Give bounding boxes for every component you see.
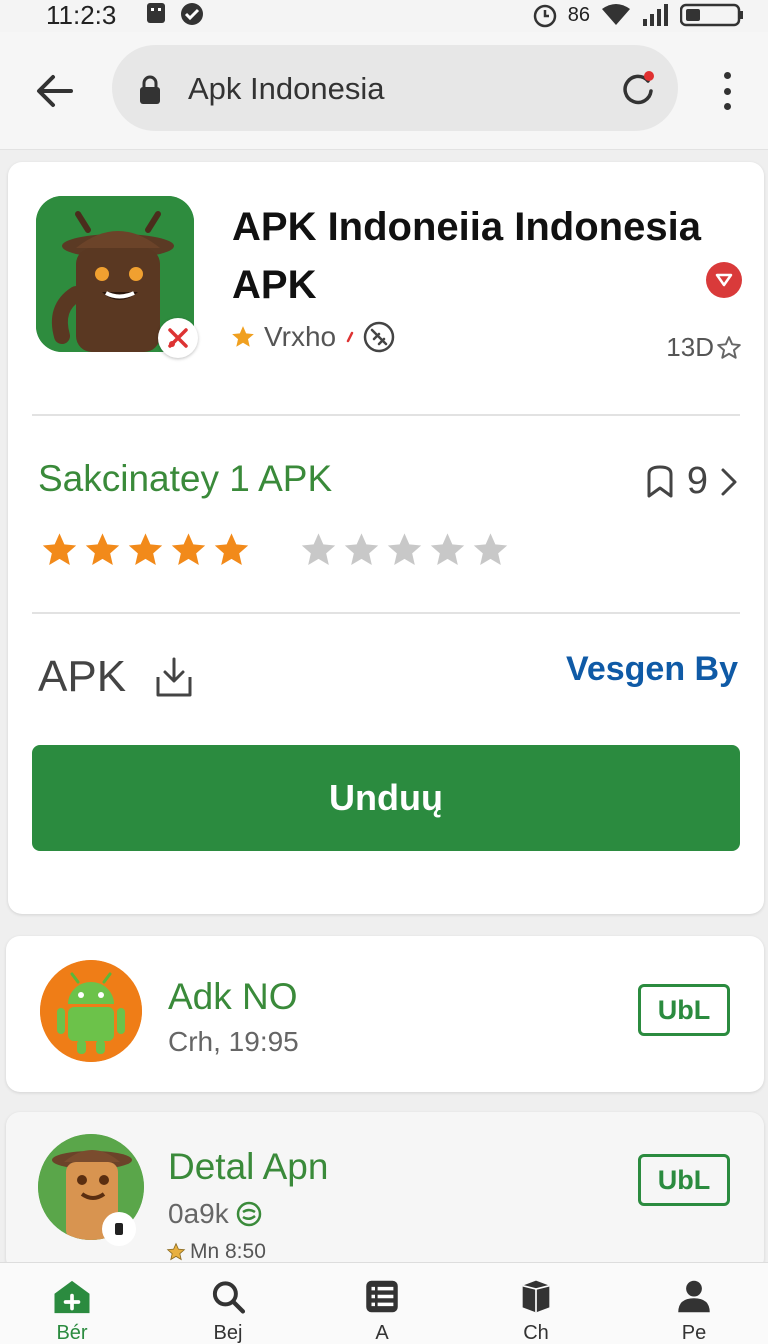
size-value: 13D — [666, 332, 714, 362]
list-item[interactable]: Adk NO Crh, 19:95 UbL — [6, 936, 764, 1092]
bottom-navigation: Bér Bej A Ch Pe — [0, 1262, 768, 1344]
menu-dot — [723, 103, 731, 110]
home-add-icon — [54, 1280, 90, 1314]
search-icon — [212, 1281, 246, 1314]
star-outline-icon — [717, 335, 741, 359]
nav-label: Pe — [681, 1322, 707, 1344]
list-item-meta: Mn 8:50 — [166, 1240, 266, 1264]
nav-list[interactable]: A — [342, 1279, 422, 1344]
nav-search[interactable]: Bej — [188, 1279, 268, 1344]
app-title: APK Indoneiia Indonesia APK — [232, 205, 701, 307]
star-filled-icon[interactable] — [210, 530, 253, 570]
verified-icon — [236, 1201, 261, 1227]
overflow-menu-button[interactable] — [712, 68, 742, 114]
lock-icon — [140, 75, 160, 104]
link-badge-icon — [363, 321, 395, 353]
star-filled-icon[interactable] — [167, 530, 210, 570]
nav-label: A — [375, 1322, 389, 1344]
status-time: 11:2:3 — [46, 0, 117, 30]
star-empty-icon[interactable] — [297, 530, 340, 570]
status-bar: 11:2:3 86 — [0, 0, 768, 32]
install-button[interactable]: UbL — [638, 984, 730, 1036]
list-item-meta-text: Mn 8:50 — [190, 1240, 266, 1263]
size-label: 13D — [666, 332, 742, 363]
star-icon — [166, 1242, 186, 1261]
heart-icon — [715, 273, 733, 287]
shield-check-icon — [181, 3, 203, 25]
star-icon — [232, 326, 254, 347]
chevron-right-icon — [721, 468, 737, 495]
mark-icon — [346, 331, 354, 343]
install-button[interactable]: UbL — [638, 1154, 730, 1206]
download-button[interactable]: Unduų — [32, 745, 740, 851]
developer-name[interactable]: Vrxho — [264, 321, 336, 353]
nav-label: Bér — [56, 1322, 88, 1344]
list-item-icon — [40, 960, 142, 1062]
apk-label-row: APK — [38, 652, 194, 702]
rating-count: 9 — [686, 460, 708, 502]
star-empty-icon[interactable] — [469, 530, 512, 570]
tools-icon — [168, 328, 188, 348]
profile-icon — [678, 1280, 710, 1313]
back-arrow-icon — [37, 75, 73, 107]
list-item-subtitle-text: Crh, 19:95 — [168, 1026, 299, 1057]
divider — [32, 612, 740, 614]
star-filled-icon[interactable] — [81, 530, 124, 570]
android-robot-icon — [40, 960, 142, 1062]
alarm-icon — [533, 4, 556, 28]
ratings-section-title: Sakcinatey 1 APK — [38, 458, 333, 499]
nav-label: Bej — [213, 1322, 243, 1344]
apk-label: APK — [38, 652, 127, 701]
network-label: 86 — [567, 3, 590, 26]
nav-home[interactable]: Bér — [32, 1279, 112, 1344]
list-item-subtitle-text: 0a9k — [168, 1198, 229, 1229]
list-item[interactable]: Detal Apn 0a9k Mn 8:50 UbL — [6, 1112, 764, 1272]
star-filled-icon[interactable] — [38, 530, 81, 570]
list-item-subtitle: Crh, 19:95 — [168, 1026, 299, 1058]
wifi-icon — [602, 4, 630, 25]
battery-icon — [680, 3, 743, 27]
list-item-title: Detal Apn — [168, 1146, 329, 1187]
back-button[interactable] — [30, 66, 80, 116]
favorite-badge[interactable] — [706, 262, 742, 298]
list-icon — [366, 1280, 398, 1313]
notification-app-icon — [147, 3, 165, 23]
menu-dot — [723, 72, 731, 79]
star-empty-icon[interactable] — [426, 530, 469, 570]
nav-profile[interactable]: Pe — [654, 1279, 734, 1344]
url-text: Apk Indonesia — [188, 71, 385, 106]
star-rating[interactable] — [38, 530, 512, 570]
version-link[interactable]: Vesgen By — [566, 650, 738, 689]
badge-mark-icon — [115, 1223, 123, 1235]
star-filled-icon[interactable] — [124, 530, 167, 570]
divider — [32, 414, 740, 416]
bookmark-icon — [647, 465, 673, 497]
nav-box[interactable]: Ch — [496, 1279, 576, 1344]
developer-row: Vrxho — [230, 320, 396, 354]
star-empty-icon[interactable] — [340, 530, 383, 570]
list-item-subtitle: 0a9k — [168, 1198, 263, 1230]
star-empty-icon[interactable] — [383, 530, 426, 570]
signal-icon — [643, 4, 668, 26]
box-icon — [522, 1280, 550, 1313]
menu-dot — [723, 87, 731, 95]
nav-label: Ch — [523, 1322, 549, 1344]
address-bar[interactable]: Apk Indonesia — [112, 45, 678, 131]
download-icon[interactable] — [154, 655, 194, 699]
refresh-icon[interactable] — [618, 67, 658, 107]
list-item-badge — [102, 1212, 136, 1246]
app-badge — [158, 318, 198, 358]
app-detail-card: APK Indoneiia Indonesia APK Vrxho 13D Sa… — [8, 162, 764, 914]
list-item-title: Adk NO — [168, 976, 298, 1017]
rating-count-row[interactable]: 9 — [645, 460, 738, 503]
browser-toolbar: Apk Indonesia — [0, 32, 768, 150]
